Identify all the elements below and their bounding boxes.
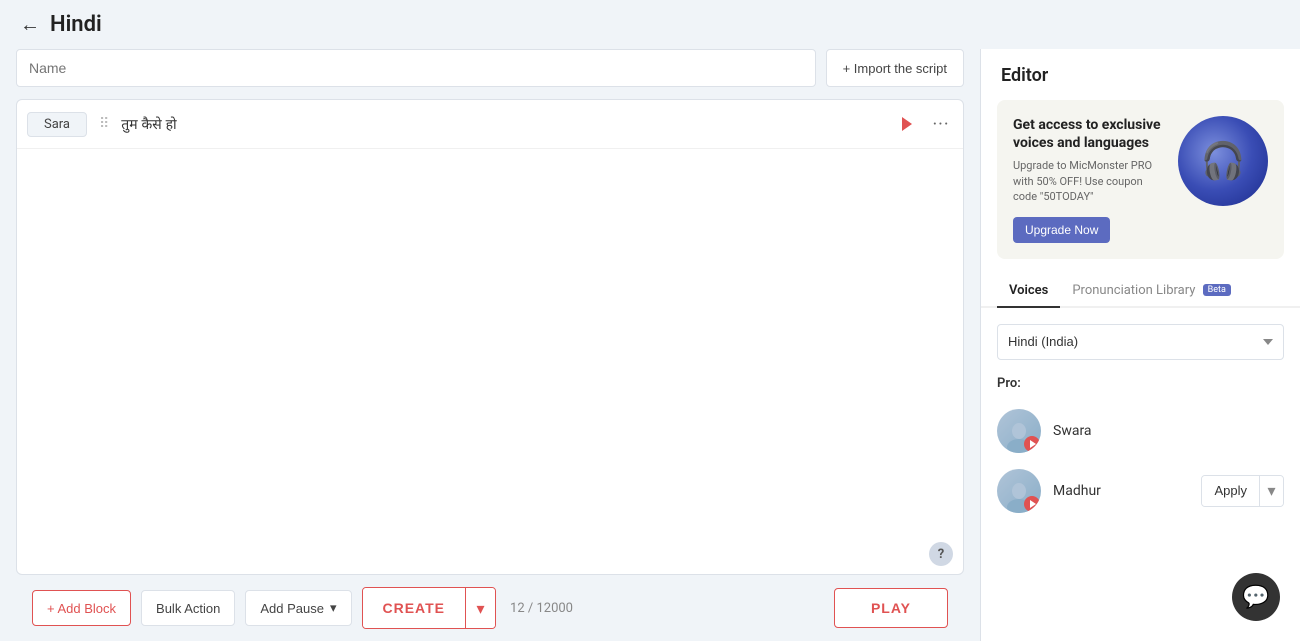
create-chevron-icon: ▾ bbox=[477, 599, 485, 618]
voice-name-swara: Swara bbox=[1053, 423, 1284, 439]
promo-image: 🎧 bbox=[1178, 116, 1268, 206]
voice-name-madhur: Madhur bbox=[1053, 483, 1189, 499]
row-play-button[interactable] bbox=[893, 110, 921, 138]
page-title: Hindi bbox=[50, 12, 102, 37]
drag-handle-icon[interactable]: ⠿ bbox=[95, 116, 113, 132]
create-dropdown-button[interactable]: ▾ bbox=[465, 588, 495, 628]
page-header: ← Hindi bbox=[0, 0, 1300, 49]
voice-play-badge-swara[interactable] bbox=[1024, 436, 1040, 452]
upgrade-now-button[interactable]: Upgrade Now bbox=[1013, 217, 1110, 243]
promo-card: Get access to exclusive voices and langu… bbox=[997, 100, 1284, 259]
add-pause-button[interactable]: Add Pause ▾ bbox=[245, 590, 351, 626]
apply-button-group: Apply ▾ bbox=[1201, 475, 1284, 507]
play-button[interactable]: PLAY bbox=[834, 588, 948, 628]
language-select[interactable]: Hindi (India) English (US) English (UK) bbox=[997, 324, 1284, 360]
create-button-group: CREATE ▾ bbox=[362, 587, 497, 629]
apply-dropdown-button[interactable]: ▾ bbox=[1259, 476, 1283, 506]
tab-voices[interactable]: Voices bbox=[997, 275, 1060, 308]
voice-item-swara: Swara bbox=[981, 401, 1300, 461]
voice-avatar-swara bbox=[997, 409, 1041, 453]
chat-icon: 💬 bbox=[1242, 585, 1269, 610]
chat-widget-button[interactable]: 💬 bbox=[1232, 573, 1280, 621]
play-triangle-icon bbox=[1030, 440, 1036, 448]
play-triangle-icon bbox=[1030, 500, 1036, 508]
add-block-button[interactable]: + Add Block bbox=[32, 590, 131, 626]
apply-chevron-icon: ▾ bbox=[1267, 481, 1275, 500]
char-count: 12 / 12000 bbox=[510, 601, 573, 616]
script-empty-area bbox=[17, 149, 963, 534]
bulk-action-button[interactable]: Bulk Action bbox=[141, 590, 235, 626]
back-button[interactable]: ← bbox=[20, 12, 40, 37]
add-pause-chevron-icon: ▾ bbox=[330, 600, 337, 616]
add-pause-label: Add Pause bbox=[260, 601, 324, 616]
name-input[interactable] bbox=[16, 49, 816, 87]
script-area: Sara ⠿ ··· ? bbox=[16, 99, 964, 575]
right-panel: Editor Get access to exclusive voices an… bbox=[980, 49, 1300, 641]
bottom-toolbar: + Add Block Bulk Action Add Pause ▾ CREA… bbox=[16, 575, 964, 641]
help-area: ? bbox=[17, 534, 963, 574]
apply-button[interactable]: Apply bbox=[1202, 476, 1259, 506]
promo-text: Get access to exclusive voices and langu… bbox=[1013, 116, 1168, 243]
import-script-button[interactable]: + Import the script bbox=[826, 49, 964, 87]
script-row: Sara ⠿ ··· bbox=[17, 100, 963, 149]
more-options-button[interactable]: ··· bbox=[929, 112, 953, 136]
help-icon[interactable]: ? bbox=[929, 542, 953, 566]
headphone-icon: 🎧 bbox=[1201, 140, 1246, 182]
name-row: + Import the script bbox=[16, 49, 964, 87]
voice-item-madhur: Madhur Apply ▾ bbox=[981, 461, 1300, 521]
main-layout: + Import the script Sara ⠿ ··· ? bbox=[0, 49, 1300, 641]
voice-play-badge-madhur[interactable] bbox=[1024, 496, 1040, 512]
tab-pronunciation-library[interactable]: Pronunciation Library Beta bbox=[1060, 275, 1243, 308]
editor-header: Editor bbox=[981, 49, 1300, 100]
beta-badge: Beta bbox=[1203, 284, 1231, 296]
left-panel: + Import the script Sara ⠿ ··· ? bbox=[0, 49, 980, 641]
pro-label: Pro: bbox=[981, 376, 1300, 401]
promo-heading: Get access to exclusive voices and langu… bbox=[1013, 116, 1168, 152]
editor-title: Editor bbox=[1001, 65, 1280, 86]
create-button[interactable]: CREATE bbox=[363, 588, 466, 628]
editor-tabs: Voices Pronunciation Library Beta bbox=[981, 275, 1300, 308]
speaker-badge[interactable]: Sara bbox=[27, 112, 87, 137]
voice-avatar-madhur bbox=[997, 469, 1041, 513]
promo-body: Upgrade to MicMonster PRO with 50% OFF! … bbox=[1013, 158, 1168, 204]
script-text-input[interactable] bbox=[121, 108, 885, 140]
